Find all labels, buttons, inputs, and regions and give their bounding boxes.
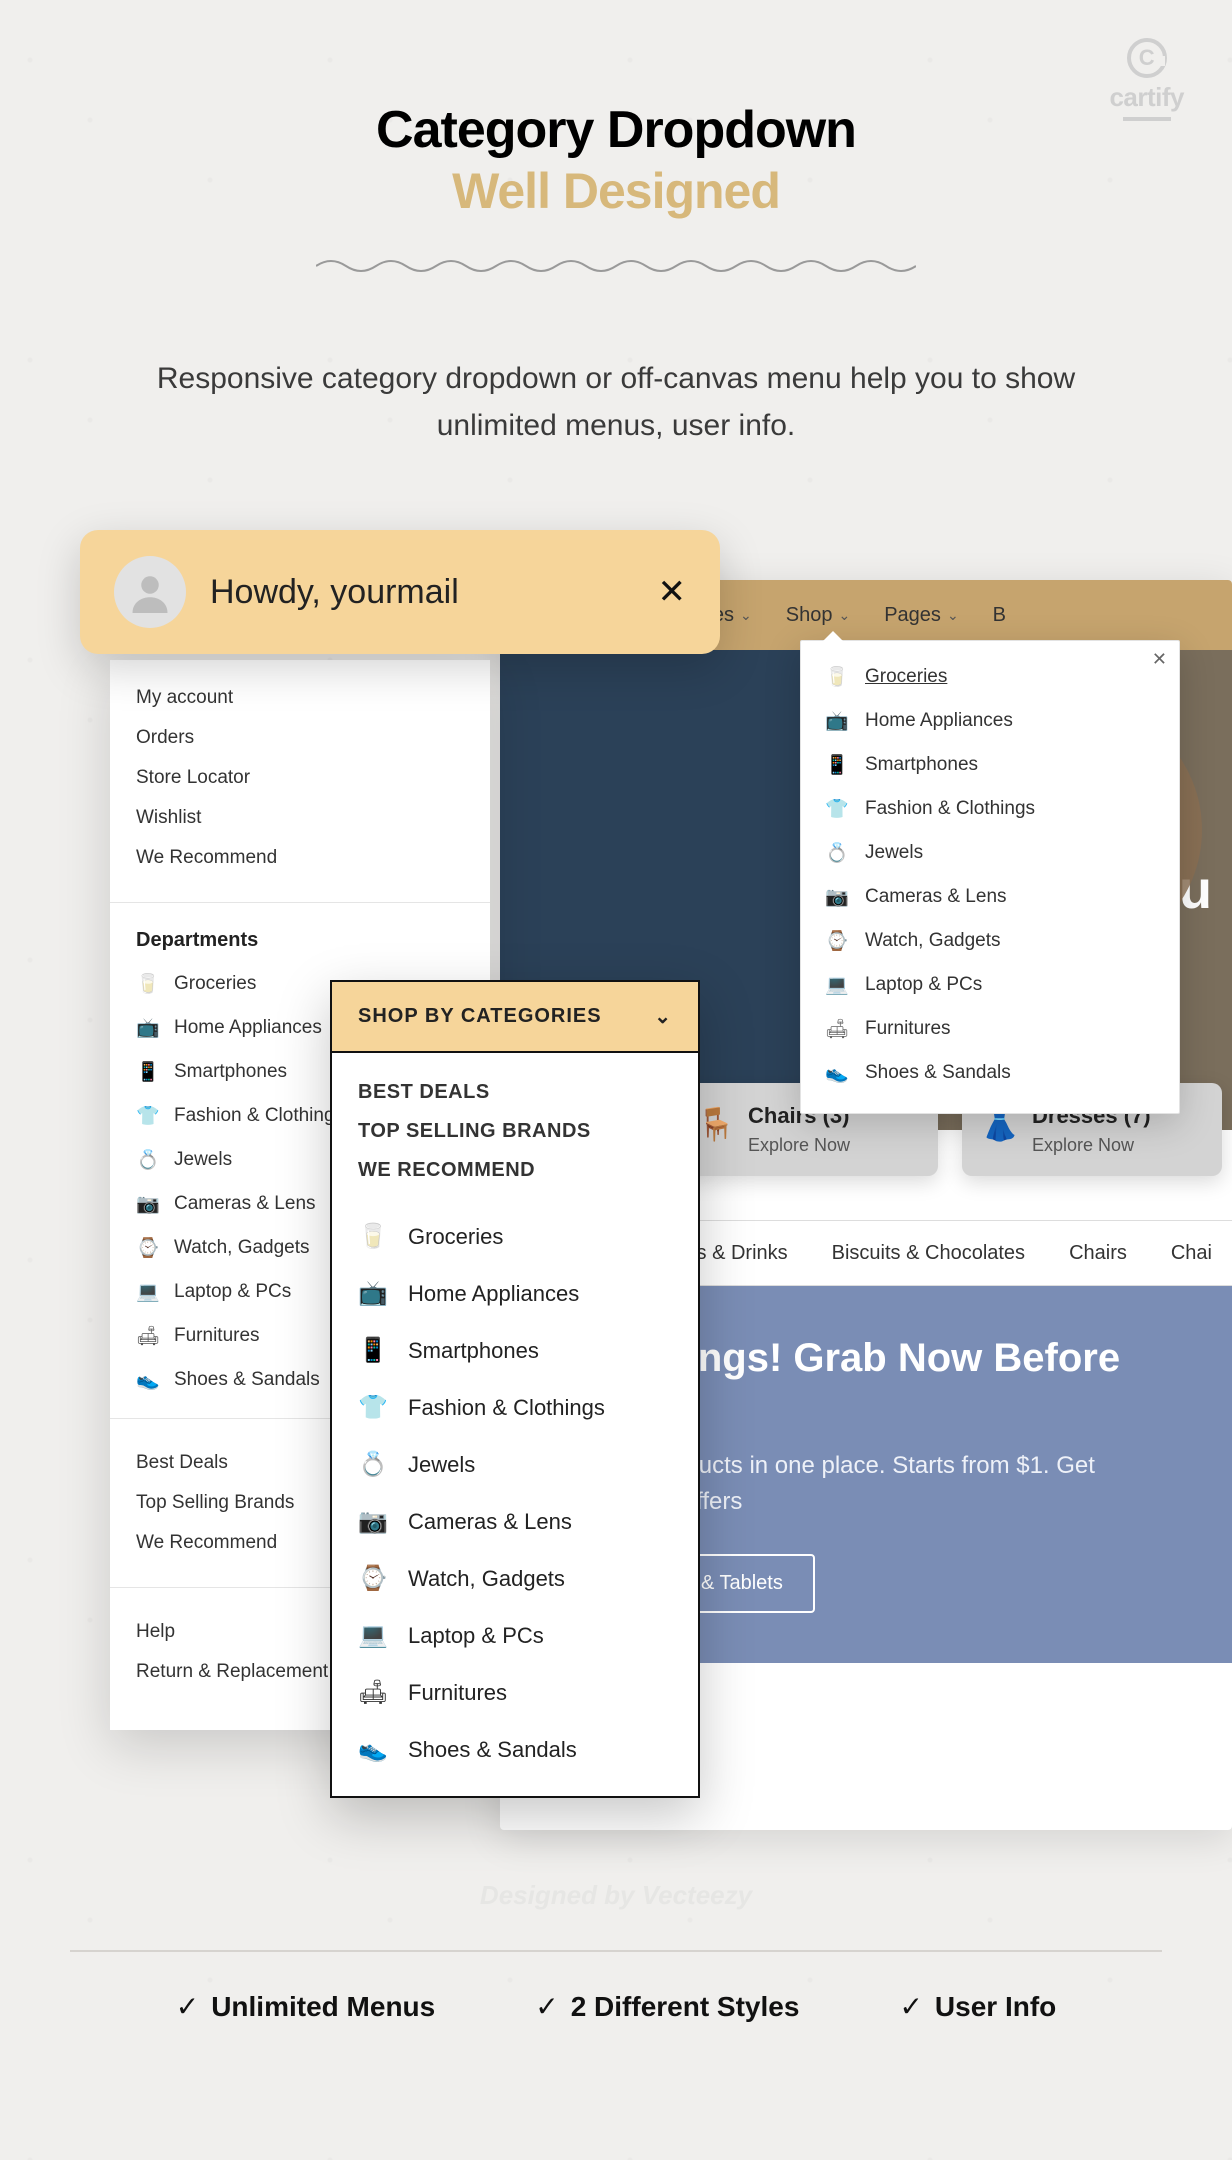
furniture-icon: 🛋 — [825, 1017, 849, 1041]
shopcat-shoes[interactable]: 👟Shoes & Sandals — [332, 1721, 698, 1778]
groceries-icon: 🥛 — [358, 1222, 388, 1251]
dropdown-item-cameras[interactable]: 📷Cameras & Lens — [801, 875, 1179, 919]
shopcat-title: SHOP BY CATEGORIES — [358, 1005, 602, 1028]
page-subtitle: Well Designed — [0, 162, 1232, 220]
shirt-icon: 👕 — [825, 797, 849, 821]
departments-heading: Departments — [110, 909, 490, 962]
nav-item-pages[interactable]: Pages⌄ — [884, 604, 958, 627]
greeting-text: Howdy, yourmail — [210, 573, 634, 612]
chevron-down-icon: ⌄ — [654, 1004, 672, 1029]
shoe-icon: 👟 — [358, 1735, 388, 1764]
tv-icon: 📺 — [358, 1279, 388, 1308]
furniture-icon: 🛋 — [358, 1678, 388, 1707]
check-icon: ✓ — [535, 1990, 558, 2023]
groceries-icon: 🥛 — [136, 972, 160, 996]
shopcat-fashion[interactable]: 👕Fashion & Clothings — [332, 1379, 698, 1436]
chevron-down-icon: ⌄ — [838, 607, 850, 624]
feature-row: ✓Unlimited Menus ✓2 Different Styles ✓Us… — [0, 1990, 1232, 2023]
divider-wave — [316, 256, 916, 276]
account-link-storelocator[interactable]: Store Locator — [136, 758, 464, 798]
camera-icon: 📷 — [825, 885, 849, 909]
chip[interactable]: Chai — [1171, 1242, 1212, 1265]
smartphone-icon: 📱 — [358, 1336, 388, 1365]
feature-userinfo: ✓User Info — [899, 1990, 1056, 2023]
watch-icon: ⌚ — [358, 1564, 388, 1593]
nav-item-more[interactable]: B — [993, 604, 1006, 627]
watch-icon: ⌚ — [825, 929, 849, 953]
ring-icon: 💍 — [136, 1148, 160, 1172]
shopcat-furniture[interactable]: 🛋Furnitures — [332, 1664, 698, 1721]
dropdown-item-jewels[interactable]: 💍Jewels — [801, 831, 1179, 875]
furniture-icon: 🛋 — [136, 1324, 160, 1348]
shopcat-recommend[interactable]: WE RECOMMEND — [358, 1151, 672, 1190]
close-icon[interactable]: ✕ — [1152, 649, 1167, 670]
watch-icon: ⌚ — [136, 1236, 160, 1260]
account-link-wishlist[interactable]: Wishlist — [136, 798, 464, 838]
ring-icon: 💍 — [825, 841, 849, 865]
dropdown-item-appliances[interactable]: 📺Home Appliances — [801, 699, 1179, 743]
dropdown-item-groceries[interactable]: 🥛Groceries — [801, 655, 1179, 699]
dropdown-item-furniture[interactable]: 🛋Furnitures — [801, 1007, 1179, 1051]
shopcat-watch[interactable]: ⌚Watch, Gadgets — [332, 1550, 698, 1607]
chevron-down-icon: ⌄ — [947, 607, 959, 624]
chip[interactable]: Biscuits & Chocolates — [832, 1242, 1025, 1265]
dropdown-item-fashion[interactable]: 👕Fashion & Clothings — [801, 787, 1179, 831]
camera-icon: 📷 — [358, 1507, 388, 1536]
smartphone-icon: 📱 — [825, 753, 849, 777]
chair-icon: 🪑 — [696, 1105, 736, 1143]
brand-logo-mark: C — [1127, 38, 1167, 78]
shopcat-smartphones[interactable]: 📱Smartphones — [332, 1322, 698, 1379]
shirt-icon: 👕 — [136, 1104, 160, 1128]
tv-icon: 📺 — [825, 709, 849, 733]
avatar-icon — [114, 556, 186, 628]
close-icon[interactable]: ✕ — [658, 572, 687, 612]
dropdown-item-watch[interactable]: ⌚Watch, Gadgets — [801, 919, 1179, 963]
shopcat-bestdeals[interactable]: BEST DEALS — [358, 1073, 672, 1112]
page-description: Responsive category dropdown or off-canv… — [0, 356, 1232, 449]
check-icon: ✓ — [176, 1990, 199, 2023]
shirt-icon: 👕 — [358, 1393, 388, 1422]
account-link-orders[interactable]: Orders — [136, 718, 464, 758]
feature-unlimited: ✓Unlimited Menus — [176, 1990, 435, 2023]
page-title: Category Dropdown — [0, 100, 1232, 160]
tv-icon: 📺 — [136, 1016, 160, 1040]
shoe-icon: 👟 — [825, 1061, 849, 1085]
shopcat-cameras[interactable]: 📷Cameras & Lens — [332, 1493, 698, 1550]
shopcat-groceries[interactable]: 🥛Groceries — [332, 1208, 698, 1265]
shopcat-topselling[interactable]: TOP SELLING BRANDS — [358, 1112, 672, 1151]
laptop-icon: 💻 — [358, 1621, 388, 1650]
shopcat-header[interactable]: SHOP BY CATEGORIES ⌄ — [332, 982, 698, 1053]
ring-icon: 💍 — [358, 1450, 388, 1479]
shopcat-laptop[interactable]: 💻Laptop & PCs — [332, 1607, 698, 1664]
tile-sub: Explore Now — [748, 1135, 908, 1156]
nav-item-shop[interactable]: Shop⌄ — [786, 604, 850, 627]
shop-by-categories-panel: SHOP BY CATEGORIES ⌄ BEST DEALS TOP SELL… — [330, 980, 700, 1798]
shopcat-appliances[interactable]: 📺Home Appliances — [332, 1265, 698, 1322]
chevron-down-icon: ⌄ — [740, 607, 752, 624]
tile-sub: Explore Now — [1032, 1135, 1192, 1156]
shoe-icon: 👟 — [136, 1368, 160, 1392]
check-icon: ✓ — [899, 1990, 922, 2023]
nav-dropdown: ✕ 🥛Groceries 📺Home Appliances 📱Smartphon… — [800, 640, 1180, 1114]
credit-text: Designed by Vecteezy — [0, 1880, 1232, 1911]
divider — [70, 1950, 1162, 1952]
account-link-myaccount[interactable]: My account — [136, 678, 464, 718]
camera-icon: 📷 — [136, 1192, 160, 1216]
groceries-icon: 🥛 — [825, 665, 849, 689]
user-greeting-card: Howdy, yourmail ✕ — [80, 530, 720, 654]
laptop-icon: 💻 — [825, 973, 849, 997]
account-link-recommend[interactable]: We Recommend — [136, 838, 464, 878]
dropdown-item-shoes[interactable]: 👟Shoes & Sandals — [801, 1051, 1179, 1095]
smartphone-icon: 📱 — [136, 1060, 160, 1084]
shopcat-jewels[interactable]: 💍Jewels — [332, 1436, 698, 1493]
dropdown-item-laptop[interactable]: 💻Laptop & PCs — [801, 963, 1179, 1007]
dropdown-item-smartphones[interactable]: 📱Smartphones — [801, 743, 1179, 787]
laptop-icon: 💻 — [136, 1280, 160, 1304]
feature-styles: ✓2 Different Styles — [535, 1990, 799, 2023]
chip[interactable]: Chairs — [1069, 1242, 1127, 1265]
